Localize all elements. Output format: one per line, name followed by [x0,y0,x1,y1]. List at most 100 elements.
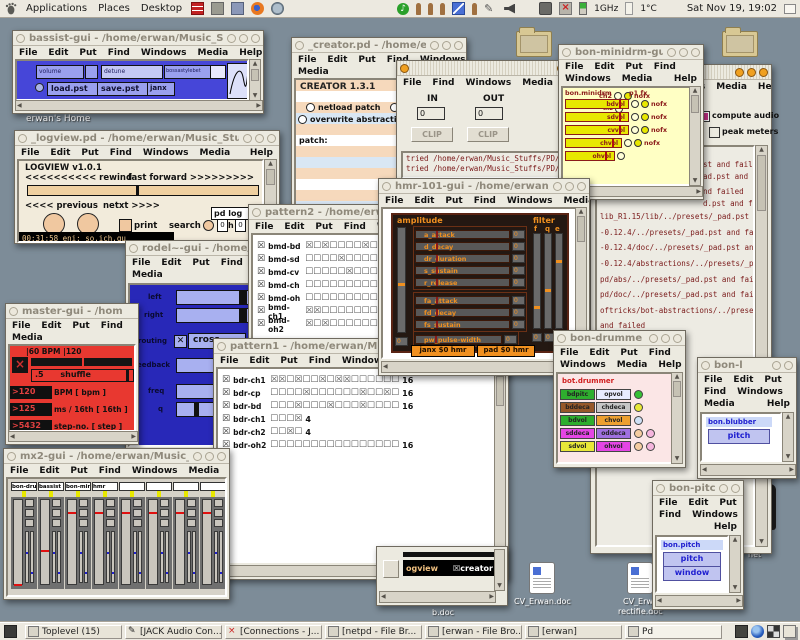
strip-cell[interactable] [133,499,142,507]
menu-file[interactable]: File [704,375,722,385]
radio-button[interactable] [631,126,639,134]
a_attack-slider[interactable]: a_attack [415,230,510,239]
menu-help[interactable]: Help [714,522,737,532]
radio-button[interactable] [631,113,639,121]
channel-fader[interactable] [202,499,212,585]
menu-media[interactable]: Media [704,399,735,409]
f-vslider[interactable] [533,233,541,329]
s_sustain-slider[interactable]: s_sustain [415,266,510,275]
key-icon[interactable] [440,3,445,15]
strip-cell[interactable] [79,519,88,527]
window-menu-button[interactable] [129,244,138,253]
menu-find[interactable]: Find [108,48,130,58]
menu-put[interactable]: Put [620,348,637,358]
send-fader[interactable] [214,531,218,583]
menu-find[interactable]: Find [704,387,726,397]
window-menu-button[interactable] [9,307,18,316]
horizontal-scrollbar[interactable]: ◀▶ [379,591,496,603]
menu-file[interactable]: File [220,356,238,366]
window-menu-button[interactable] [656,484,665,493]
minimize-button[interactable] [227,34,236,43]
show-desktop-button[interactable] [784,4,796,14]
menu-media[interactable]: Media [522,78,553,88]
row-enable-checkbox[interactable]: ☒ [257,294,265,303]
close-button[interactable] [673,334,682,343]
send-fader[interactable] [25,531,29,583]
close-button[interactable] [759,68,768,77]
menu-media[interactable]: Media [617,360,648,370]
menu-edit[interactable]: Edit [50,148,70,158]
strip-cell[interactable] [79,499,88,507]
chvol-cell[interactable]: chvol [596,415,631,426]
menu-help[interactable]: Help [758,82,771,92]
folder-icon[interactable] [722,31,758,57]
vertical-scrollbar[interactable]: ▲▼ [782,412,794,462]
value-box[interactable]: 0 [512,308,525,317]
creator-toggle[interactable]: ☒creator [453,564,493,573]
menu-put[interactable]: Put [81,148,98,158]
close-button[interactable] [691,48,700,57]
radio-button[interactable] [624,139,632,147]
document-icon[interactable] [627,562,653,594]
e-vslider[interactable] [555,233,563,329]
vertical-scrollbar[interactable]: ▲▼ [671,372,683,464]
menu-put[interactable]: Put [764,375,781,385]
channel-fader[interactable] [13,499,23,585]
camera-icon[interactable] [539,2,552,15]
key-icon[interactable] [428,3,433,15]
taskbar-launcher-icon[interactable] [4,625,17,638]
previous-label[interactable]: <<<< previous [25,201,98,211]
taskbar-item[interactable]: Pd [625,625,722,639]
window-menu-button[interactable] [7,452,16,461]
menu-file[interactable]: File [298,55,316,65]
peak-meters-checkbox[interactable] [709,127,720,138]
menu-windows[interactable]: Windows [141,48,187,58]
r_release-slider[interactable]: r_release [415,278,510,287]
menu-file[interactable]: File [565,62,583,72]
strip-cell[interactable] [106,509,115,517]
menu-media[interactable]: Media [189,466,220,476]
send-fader[interactable] [160,531,164,583]
strip-cell[interactable] [160,519,169,527]
value-box[interactable]: 0 [532,333,542,342]
workspace-icon[interactable] [735,625,748,638]
taskbar-item[interactable]: [erwan] [525,625,622,639]
send-fader[interactable] [79,531,83,583]
out-meter-value[interactable]: 0 [475,107,503,120]
menu-edit[interactable]: Edit [414,196,434,206]
launcher-window-icon[interactable] [231,2,244,15]
maximize-button[interactable] [747,68,756,77]
strip-cell[interactable] [106,519,115,527]
menu-find[interactable]: Find [474,196,496,206]
cross-checkbox[interactable]: ✕ [174,335,187,348]
menu-media[interactable]: Media [298,67,329,77]
strip-cell[interactable] [79,509,88,517]
bdpitc-cell[interactable]: bdpitc [560,389,595,400]
titlebar[interactable]: _logview.pd - /home/erwan/Music_Stuffs/P… [15,131,279,146]
menu-file[interactable]: File [659,498,677,508]
menu-find[interactable]: Find [654,62,676,72]
document-icon-label[interactable]: b.doc [432,608,454,617]
document-icon-label[interactable]: CV_Erw [623,597,653,606]
load-pst-button[interactable]: load.pst [47,82,98,96]
radio-button[interactable] [617,152,625,160]
menu-find[interactable]: Find [649,348,671,358]
close-button[interactable] [784,361,793,370]
menu-find[interactable]: Find [344,222,366,232]
menu-find[interactable]: Find [99,466,121,476]
strip-cell[interactable] [187,519,196,527]
menu-file[interactable]: File [12,321,30,331]
clip-button-out[interactable]: CLIP [467,127,509,142]
strip-cell[interactable] [187,499,196,507]
ohvol-cell[interactable]: ohvol [596,441,631,452]
row-enable-checkbox[interactable]: ☒ [257,320,265,329]
janx-preset-button[interactable]: janx $0 hmr [411,345,475,357]
radio-button[interactable] [631,100,639,108]
menu-edit[interactable]: Edit [733,375,753,385]
menu-put[interactable]: Put [315,222,332,232]
menu-edit[interactable]: Edit [688,498,708,508]
bddeca-cell[interactable]: bddeca [560,402,595,413]
window-menu-button[interactable] [701,361,710,370]
row-enable-checkbox[interactable]: ☒ [257,268,265,277]
maximize-button[interactable] [442,41,451,50]
